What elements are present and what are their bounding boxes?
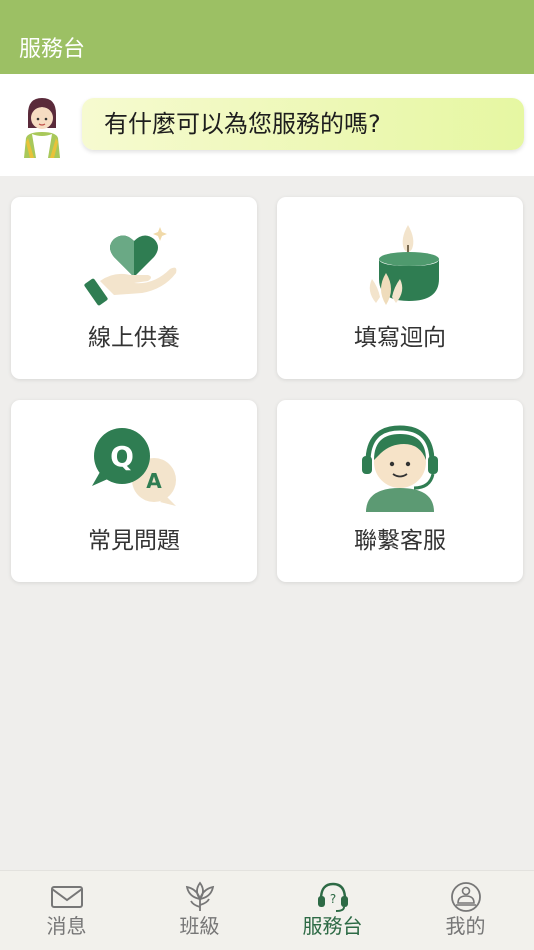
tab-messages[interactable]: 消息 (0, 871, 133, 950)
headset-agent-icon (362, 425, 438, 512)
candle-lotus-icon (369, 225, 439, 305)
card-online-offering[interactable]: 線上供養 (11, 197, 257, 379)
tab-label: 服務台 (302, 914, 363, 938)
meditation-person-icon (451, 882, 481, 912)
svg-text:A: A (146, 469, 162, 493)
tab-service-desk[interactable]: ? 服務台 (266, 871, 399, 950)
envelope-icon (51, 886, 83, 908)
greeting-text: 有什麼可以為您服務的嗎? (104, 110, 381, 138)
card-faq[interactable]: A Q 常見問題 (11, 400, 257, 582)
app-header: 服務台 (0, 0, 534, 74)
card-label: 線上供養 (88, 325, 180, 351)
qa-bubble-icon: A Q (92, 428, 176, 506)
lotus-icon (185, 881, 215, 911)
tab-label: 消息 (46, 914, 87, 938)
card-label: 聯繫客服 (354, 528, 446, 554)
greeting-bubble: 有什麼可以為您服務的嗎? (82, 98, 524, 150)
page-title: 服務台 (19, 37, 86, 62)
tab-label: 班級 (179, 914, 220, 938)
card-label: 常見問題 (88, 528, 180, 554)
svg-text:?: ? (330, 892, 336, 906)
bottom-tab-bar: 消息 班級 ? 服務台 我的 (0, 870, 534, 950)
svg-text:Q: Q (110, 440, 134, 473)
headset-help-icon: ? (318, 882, 348, 912)
tab-classes[interactable]: 班級 (133, 871, 266, 950)
tab-label: 我的 (445, 914, 486, 938)
service-girl-avatar (24, 98, 60, 158)
card-contact-support[interactable]: 聯繫客服 (277, 400, 523, 582)
heart-hand-icon (84, 227, 177, 306)
tab-profile[interactable]: 我的 (399, 871, 532, 950)
greeting-banner: 有什麼可以為您服務的嗎? (0, 74, 534, 176)
card-label: 填寫迴向 (354, 325, 446, 351)
card-dedication-form[interactable]: 填寫迴向 (277, 197, 523, 379)
